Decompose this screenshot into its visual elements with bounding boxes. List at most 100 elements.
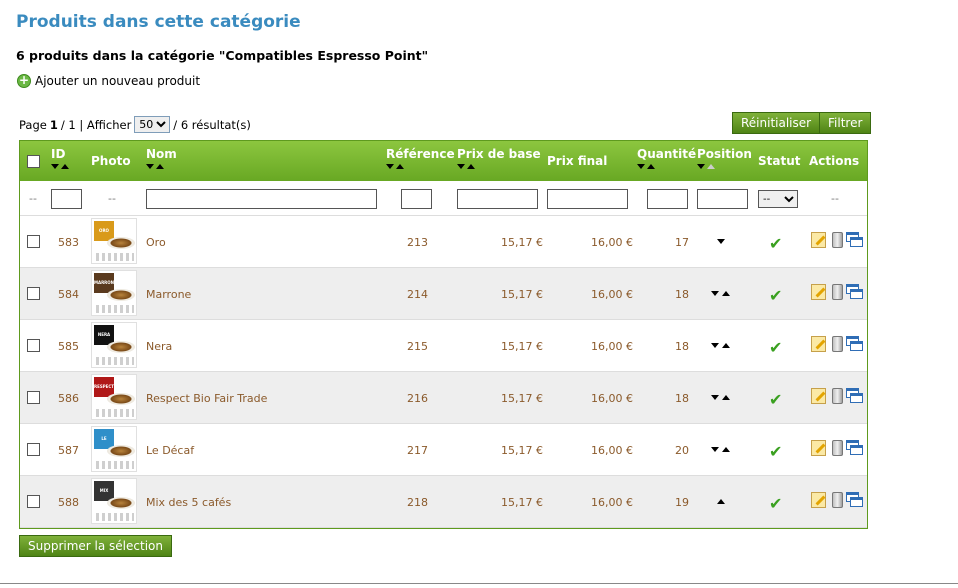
- column-name[interactable]: Nom: [146, 141, 346, 181]
- sort-desc-icon[interactable]: [146, 164, 154, 169]
- edit-icon[interactable]: [811, 440, 826, 456]
- edit-icon[interactable]: [811, 232, 826, 248]
- sort-id-arrows[interactable]: [51, 164, 69, 169]
- sort-desc-icon[interactable]: [386, 164, 394, 169]
- product-name[interactable]: Le Décaf: [146, 444, 194, 457]
- product-name[interactable]: Oro: [146, 236, 166, 249]
- filter-quantity-input[interactable]: [647, 189, 688, 209]
- duplicate-icon-front: [850, 289, 863, 299]
- move-up-icon[interactable]: [722, 395, 730, 400]
- row-checkbox[interactable]: [27, 443, 40, 456]
- sort-asc-active-icon[interactable]: [707, 164, 715, 169]
- column-reference-label: Référence: [386, 147, 455, 161]
- product-name[interactable]: Mix des 5 cafés: [146, 496, 231, 509]
- edit-icon[interactable]: [811, 388, 826, 404]
- sort-reference-arrows[interactable]: [386, 164, 404, 169]
- product-reference: 215: [407, 340, 428, 353]
- status-enabled-icon[interactable]: ✔: [769, 234, 782, 253]
- duplicate-icon[interactable]: [846, 388, 864, 403]
- edit-icon[interactable]: [811, 492, 826, 508]
- delete-icon[interactable]: [832, 388, 843, 404]
- sort-position-arrows[interactable]: [697, 164, 715, 169]
- filter-name-input[interactable]: [146, 189, 377, 209]
- product-id: 588: [58, 496, 79, 509]
- duplicate-icon[interactable]: [846, 440, 864, 455]
- column-reference[interactable]: Référence: [386, 141, 455, 181]
- column-position[interactable]: Position: [697, 141, 753, 181]
- column-photo: Photo: [91, 141, 141, 181]
- sort-desc-icon[interactable]: [457, 164, 465, 169]
- column-actions-label: Actions: [809, 154, 860, 168]
- column-quantity[interactable]: Quantité: [637, 141, 697, 181]
- per-page-select[interactable]: 50: [134, 116, 171, 133]
- product-reference: 218: [407, 496, 428, 509]
- sort-base-price-arrows[interactable]: [457, 164, 475, 169]
- status-enabled-icon[interactable]: ✔: [769, 286, 782, 305]
- sort-asc-icon[interactable]: [647, 164, 655, 169]
- status-enabled-icon[interactable]: ✔: [769, 390, 782, 409]
- duplicate-icon[interactable]: [846, 492, 864, 507]
- sort-desc-icon[interactable]: [697, 164, 705, 169]
- sort-asc-icon[interactable]: [467, 164, 475, 169]
- move-down-icon[interactable]: [711, 447, 719, 452]
- filter-actions-placeholder: --: [831, 192, 839, 205]
- filter-final-price-input[interactable]: [547, 189, 628, 209]
- delete-icon[interactable]: [832, 492, 843, 508]
- sort-asc-icon[interactable]: [61, 164, 69, 169]
- row-checkbox[interactable]: [27, 235, 40, 248]
- product-name[interactable]: Marrone: [146, 288, 191, 301]
- delete-icon[interactable]: [832, 336, 843, 352]
- move-up-icon[interactable]: [722, 343, 730, 348]
- column-id[interactable]: ID: [51, 141, 87, 181]
- add-product-link[interactable]: + Ajouter un nouveau produit: [17, 74, 200, 88]
- sort-desc-icon[interactable]: [51, 164, 59, 169]
- status-enabled-icon[interactable]: ✔: [769, 494, 782, 513]
- reset-button[interactable]: Réinitialiser: [732, 112, 821, 134]
- row-checkbox[interactable]: [27, 391, 40, 404]
- row-checkbox[interactable]: [27, 287, 40, 300]
- delete-icon[interactable]: [832, 284, 843, 300]
- table-row: 583 ORO Oro 213 15,17 € 16,00 € 17 ✔: [20, 216, 867, 268]
- move-down-icon[interactable]: [711, 291, 719, 296]
- filter-button[interactable]: Filtrer: [819, 112, 872, 134]
- delete-selection-button[interactable]: Supprimer la sélection: [19, 535, 172, 557]
- status-enabled-icon[interactable]: ✔: [769, 442, 782, 461]
- edit-icon[interactable]: [811, 284, 826, 300]
- product-photo-cup: [107, 289, 135, 301]
- duplicate-icon-front: [850, 237, 863, 247]
- filter-position-input[interactable]: [697, 189, 748, 209]
- column-quantity-label: Quantité: [637, 147, 697, 161]
- column-final-price-label: Prix final: [547, 154, 608, 168]
- sort-asc-icon[interactable]: [156, 164, 164, 169]
- filter-id-input[interactable]: [51, 189, 82, 209]
- move-up-icon[interactable]: [722, 447, 730, 452]
- sort-asc-icon[interactable]: [396, 164, 404, 169]
- product-name[interactable]: Respect Bio Fair Trade: [146, 392, 267, 405]
- duplicate-icon[interactable]: [846, 336, 864, 351]
- status-enabled-icon[interactable]: ✔: [769, 338, 782, 357]
- product-name[interactable]: Nera: [146, 340, 172, 353]
- edit-icon[interactable]: [811, 336, 826, 352]
- duplicate-icon[interactable]: [846, 284, 864, 299]
- move-down-icon[interactable]: [711, 343, 719, 348]
- select-all-checkbox[interactable]: [27, 155, 40, 168]
- sort-name-arrows[interactable]: [146, 164, 164, 169]
- move-up-icon[interactable]: [717, 499, 725, 504]
- filter-status-select[interactable]: --: [758, 190, 798, 208]
- filter-base-price-input[interactable]: [457, 189, 538, 209]
- move-down-icon[interactable]: [717, 239, 725, 244]
- column-base-price[interactable]: Prix de base: [457, 141, 541, 181]
- delete-icon[interactable]: [832, 232, 843, 248]
- product-final-price: 16,00 €: [591, 496, 633, 509]
- filter-reference-input[interactable]: [401, 189, 432, 209]
- duplicate-icon-front: [850, 445, 863, 455]
- move-down-icon[interactable]: [711, 395, 719, 400]
- delete-icon[interactable]: [832, 440, 843, 456]
- page-current: 1: [49, 117, 58, 132]
- sort-quantity-arrows[interactable]: [637, 164, 655, 169]
- duplicate-icon[interactable]: [846, 232, 864, 247]
- move-up-icon[interactable]: [722, 291, 730, 296]
- row-checkbox[interactable]: [27, 495, 40, 508]
- row-checkbox[interactable]: [27, 339, 40, 352]
- sort-desc-icon[interactable]: [637, 164, 645, 169]
